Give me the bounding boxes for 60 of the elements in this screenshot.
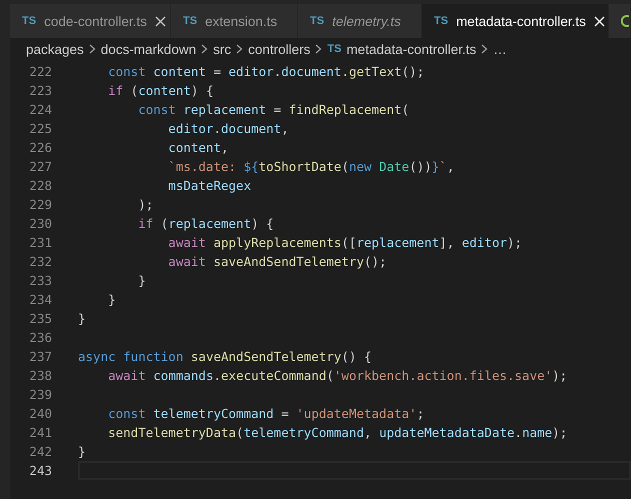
line-number: 223	[28, 83, 52, 98]
code-line: if (content) {	[107, 83, 214, 98]
file-type-icon: TS	[327, 43, 342, 55]
code-line: }	[107, 292, 116, 307]
editor-tab[interactable]: TS extension.ts	[171, 4, 297, 38]
breadcrumb-item[interactable]: …	[493, 42, 507, 56]
breadcrumb-item[interactable]: packages	[26, 42, 84, 56]
line-number: 237	[28, 349, 52, 364]
code-line: if (replacement) {	[137, 216, 274, 231]
code-line: const replacement = findReplacement(	[137, 102, 410, 117]
code-line: );	[137, 197, 154, 212]
line-number: 235	[28, 311, 52, 326]
code-line: editor.document,	[167, 121, 289, 136]
chevron-icon	[201, 44, 208, 54]
line-number: 242	[28, 444, 52, 459]
line-number: 227	[28, 159, 52, 174]
line-number: 222	[28, 64, 52, 79]
breadcrumb-item[interactable]: src	[213, 42, 232, 56]
code-line: const content = editor.document.getText();	[107, 64, 424, 79]
editor-tab[interactable]: TS metadata-controller.ts	[422, 4, 608, 38]
line-number: 240	[28, 406, 52, 421]
code-line: }	[78, 311, 86, 326]
line-number: 229	[28, 197, 52, 212]
code-line: const telemetryCommand = 'updateMetadata';	[107, 406, 424, 421]
line-number: 230	[28, 216, 52, 231]
line-number: 236	[28, 330, 52, 345]
code-line: sendTelemetryData(telemetryCommand, updateMetadataDate.name);	[107, 425, 568, 440]
line-number: 232	[28, 254, 52, 269]
line-number: 234	[28, 292, 52, 307]
editor-tab[interactable]: TS code-controller.ts	[10, 4, 170, 38]
line-number: 241	[28, 425, 52, 440]
breadcrumb-item[interactable]: docs-markdown	[100, 42, 196, 56]
line-number: 233	[28, 273, 52, 288]
chevron-icon	[236, 44, 244, 54]
file-icon	[621, 15, 629, 27]
chevron-icon	[88, 44, 96, 54]
code-line: await saveAndSendTelemetry();	[167, 254, 387, 269]
chevron-icon	[481, 44, 488, 54]
close-icon[interactable]	[154, 16, 166, 26]
code-line: }	[137, 273, 146, 288]
line-number: 243	[28, 463, 52, 478]
line-number: 224	[28, 102, 52, 117]
code-line: await applyReplacements([replacement], editor);	[167, 235, 522, 250]
chevron-icon	[315, 44, 322, 54]
code-line: async function saveAndSendTelemetry() {	[78, 349, 372, 364]
code-line: await commands.executeCommand('workbench.action.files.save');	[107, 368, 568, 383]
line-number: 239	[28, 387, 52, 402]
code-line: msDateRegex	[167, 178, 252, 193]
code-line: `ms.date: ${toShortDate(new Date())}`,	[167, 159, 454, 174]
code-line: content,	[167, 140, 229, 155]
editor-tab[interactable]	[609, 4, 630, 38]
code-line: }	[78, 444, 86, 459]
line-number: 226	[28, 140, 52, 155]
line-number: 228	[28, 178, 52, 193]
editor-tab[interactable]: TS telemetry.ts	[298, 4, 421, 38]
line-number: 231	[28, 235, 52, 250]
line-number: 238	[28, 368, 52, 383]
breadcrumb-item[interactable]: metadata-controller.ts	[346, 42, 476, 56]
breadcrumb-item[interactable]: controllers	[248, 42, 310, 56]
line-number: 225	[28, 121, 52, 136]
